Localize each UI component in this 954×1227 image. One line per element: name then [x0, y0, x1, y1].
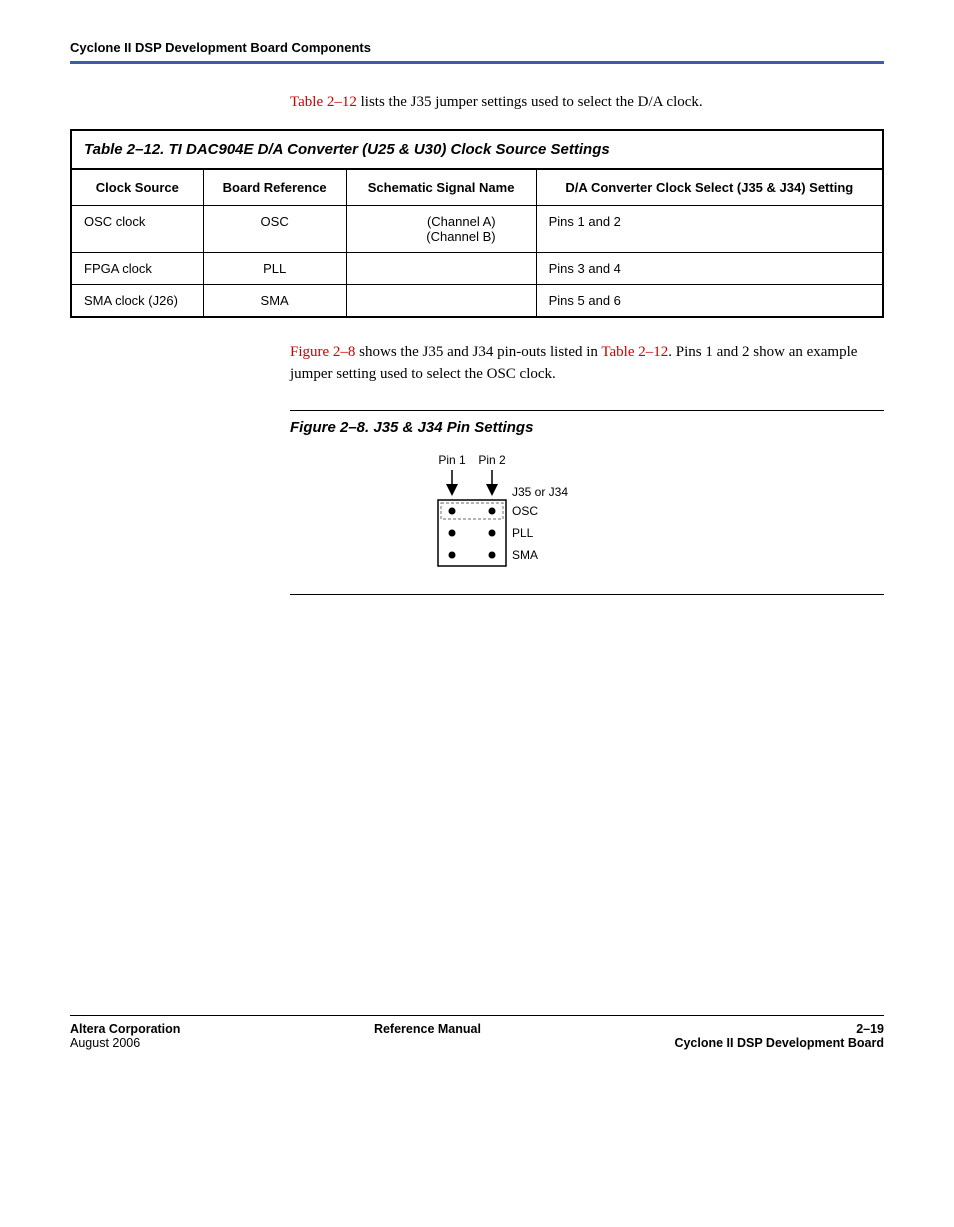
header-label: J35 or J34 [512, 485, 568, 499]
pin-dot [489, 507, 496, 514]
pin-dot [449, 529, 456, 536]
footer-right-top: 2–19 [674, 1022, 884, 1036]
footer-left-top: Altera Corporation [70, 1022, 180, 1036]
pin-dot [489, 551, 496, 558]
cell-set: Pins 3 and 4 [536, 253, 883, 285]
table-link-2[interactable]: Table 2–12 [601, 344, 668, 360]
footer-right-bottom: Cyclone II DSP Development Board [674, 1036, 884, 1050]
pin-dot [449, 507, 456, 514]
header-rule [70, 61, 884, 64]
table-row: SMA clock (J26) SMA Pins 5 and 6 [71, 285, 883, 318]
pin1-arrow [446, 484, 458, 496]
header-title: Cyclone II DSP Development Board Compone… [70, 40, 884, 55]
cell-src: SMA clock (J26) [71, 285, 203, 318]
table-row: OSC clock OSC (Channel A) (Channel B) Pi… [71, 206, 883, 253]
cell-sig [346, 285, 536, 318]
pin2-arrow [486, 484, 498, 496]
intro-text: Table 2–12 lists the J35 jumper settings… [290, 94, 884, 111]
figure-link[interactable]: Figure 2–8 [290, 344, 355, 360]
footer-rule [70, 1015, 884, 1016]
th-clock-source: Clock Source [71, 169, 203, 206]
table-header-row: Clock Source Board Reference Schematic S… [71, 169, 883, 206]
body-mid1: shows the J35 and J34 pin-outs listed in [355, 344, 601, 360]
th-setting: D/A Converter Clock Select (J35 & J34) S… [536, 169, 883, 206]
cell-sig-b: (Channel B) [426, 229, 495, 244]
figure-rule-top [290, 410, 884, 411]
table-link[interactable]: Table 2–12 [290, 94, 357, 110]
cell-set: Pins 5 and 6 [536, 285, 883, 318]
cell-sig-a: (Channel A) [427, 214, 496, 229]
cell-sig [346, 253, 536, 285]
row3-label: SMA [512, 548, 538, 562]
figure-title: Figure 2–8. J35 & J34 Pin Settings [290, 419, 884, 436]
table-caption: Table 2–12. TI DAC904E D/A Converter (U2… [70, 129, 884, 168]
footer-left-bottom: August 2006 [70, 1036, 180, 1050]
intro-rest: lists the J35 jumper settings used to se… [357, 94, 703, 110]
figure-block: Figure 2–8. J35 & J34 Pin Settings Pin 1… [290, 410, 884, 595]
cell-sig: (Channel A) (Channel B) [346, 206, 536, 253]
pin-dot [449, 551, 456, 558]
pin-frame [438, 500, 506, 566]
row2-label: PLL [512, 526, 534, 540]
cell-ref: OSC [203, 206, 346, 253]
pin1-label: Pin 1 [438, 453, 466, 467]
body-text: Figure 2–8 shows the J35 and J34 pin-out… [290, 342, 884, 386]
table-row: FPGA clock PLL Pins 3 and 4 [71, 253, 883, 285]
cell-set: Pins 1 and 2 [536, 206, 883, 253]
pin-dot [489, 529, 496, 536]
cell-ref: PLL [203, 253, 346, 285]
cell-src: FPGA clock [71, 253, 203, 285]
footer: Altera Corporation August 2006 Reference… [70, 1015, 884, 1050]
pin2-label: Pin 2 [478, 453, 506, 467]
row1-label: OSC [512, 504, 538, 518]
clock-source-table: Table 2–12. TI DAC904E D/A Converter (U2… [70, 129, 884, 318]
figure-rule-bottom [290, 594, 884, 595]
cell-ref: SMA [203, 285, 346, 318]
th-schematic: Schematic Signal Name [346, 169, 536, 206]
pin-diagram: Pin 1 Pin 2 J35 or J34 OSC PLL SMA [430, 452, 630, 582]
th-board-ref: Board Reference [203, 169, 346, 206]
cell-src: OSC clock [71, 206, 203, 253]
footer-center: Reference Manual [374, 1022, 481, 1050]
